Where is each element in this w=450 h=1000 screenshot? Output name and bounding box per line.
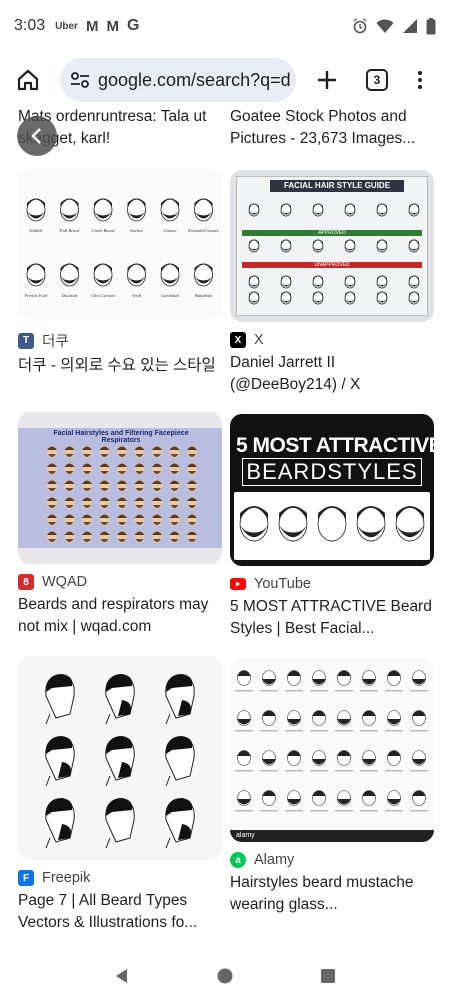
x-logo-icon: X (230, 332, 246, 348)
result-card[interactable]: Stubble Full Beard Circle Beard Anchor Goate… (18, 168, 222, 377)
home-nav-icon[interactable] (216, 967, 234, 985)
result-thumbnail[interactable]: alamy (230, 658, 434, 842)
browser-toolbar: google.com/search?q=d 3 (0, 52, 450, 108)
source-name: YouTube (254, 576, 311, 592)
result-card[interactable]: alamy a Alamy Hairstyles beard mustache … (230, 658, 434, 916)
recents-nav-icon[interactable] (319, 967, 337, 985)
beard-style-label: Circle Beard (91, 228, 115, 233)
image-results-grid: Mats ordenruntresa: Tala ut skägget, kar… (0, 108, 450, 952)
plus-icon (318, 71, 336, 89)
freepik-logo-icon: F (18, 870, 34, 886)
result-card-partial-right[interactable]: Goatee Stock Photos and Pictures - 23,67… (230, 108, 434, 150)
result-title[interactable]: Hairstyles beard mustache wearing glass.… (230, 872, 434, 916)
beard-style-label: Stubble (29, 228, 43, 233)
battery-icon (426, 17, 436, 34)
beard-style-label: Chin Curtain (91, 293, 116, 298)
menu-dot (418, 78, 422, 82)
result-source: X X (230, 332, 434, 348)
result-title[interactable]: Goatee Stock Photos and Pictures - 23,67… (230, 108, 434, 150)
overflow-menu-button[interactable] (416, 71, 424, 89)
address-bar[interactable]: google.com/search?q=d (60, 58, 296, 102)
gmail-notification-icon: M (85, 17, 99, 35)
google-notification-icon: G (126, 17, 140, 34)
tab-switcher-button[interactable]: 3 (366, 69, 388, 91)
result-source: T 더쿠 (18, 330, 222, 351)
result-source: F Freepik (18, 870, 222, 886)
notification-icons: Uber M M G (55, 17, 139, 35)
beard-style-label: Extended Goatee (187, 228, 219, 233)
alarm-icon (353, 18, 367, 34)
result-title[interactable]: 더쿠 - 의외로 수요 있는 스타일 (18, 355, 222, 377)
alamy-watermark: alamy (230, 830, 434, 842)
signal-icon (403, 19, 417, 33)
result-thumbnail[interactable]: Stubble Full Beard Circle Beard Anchor Goate… (18, 168, 222, 320)
home-button[interactable] (10, 62, 46, 98)
beard-style-label: Anchor (129, 228, 143, 233)
menu-dot (418, 85, 422, 89)
hairstyles-illustration (235, 670, 428, 812)
home-icon (17, 69, 39, 91)
back-nav-icon[interactable] (113, 967, 131, 985)
url-text[interactable]: google.com/search?q=d (98, 70, 291, 91)
source-name: Alamy (254, 852, 295, 868)
status-bar: 3:03 Uber M M G (0, 0, 450, 52)
source-name: X (254, 332, 264, 348)
result-source: a Alamy (230, 852, 434, 868)
wifi-icon (376, 19, 394, 33)
uber-notification-icon: Uber (55, 20, 78, 32)
menu-dot (418, 71, 422, 75)
result-title[interactable]: Beards and respirators may not mix | wqa… (18, 594, 222, 638)
alamy-logo-icon: a (230, 852, 246, 868)
result-card[interactable]: 5 MOST ATTRACTIVE BEARDSTYLES YouTube 5 … (230, 414, 434, 640)
result-thumbnail[interactable]: Facial Hairstyles and Filtering Facepiec… (18, 412, 222, 564)
guide-faces-illustration (248, 203, 420, 305)
source-name: Freepik (42, 870, 91, 886)
beard-style-label: Bandholz (195, 293, 212, 298)
result-card[interactable]: F Freepik Page 7 | All Beard Types Vecto… (18, 656, 222, 934)
back-button[interactable] (17, 116, 57, 156)
beard-style-label: Garibaldi (161, 293, 180, 298)
new-tab-button[interactable] (312, 65, 342, 95)
result-card[interactable]: FACIAL HAIR STYLE GUIDE APPROVED UNAPPRO… (230, 170, 434, 396)
beard-style-label: French Fork (24, 293, 49, 298)
beard-style-label: Verdi (132, 293, 142, 298)
gmail-notification-icon-2: M (106, 17, 119, 35)
result-title[interactable]: 5 MOST ATTRACTIVE Beard Styles | Best Fa… (230, 596, 434, 640)
chevron-left-icon (31, 128, 41, 144)
wqad-logo-icon: 8 (18, 574, 34, 590)
respirator-faces-illustration (47, 446, 197, 543)
source-name: WQAD (42, 574, 88, 590)
youtube-logo-icon (230, 578, 246, 590)
source-name: 더쿠 (42, 334, 69, 350)
beard-style-label: Full Beard (59, 228, 80, 233)
beard-style-label: Goatee (164, 228, 177, 233)
system-navigation-bar (0, 952, 450, 1000)
beard-styles-illustration: Stubble Full Beard Circle Beard Anchor Goate… (24, 198, 219, 298)
clock: 3:03 (14, 17, 46, 34)
result-title[interactable]: Page 7 | All Beard Types Vectors & Illus… (18, 890, 222, 934)
beard-style-label: Ducktail (61, 293, 78, 298)
result-thumbnail[interactable]: FACIAL HAIR STYLE GUIDE APPROVED UNAPPRO… (230, 170, 434, 322)
site-settings-icon[interactable] (70, 71, 90, 89)
result-title[interactable]: Daniel Jarrett II (@DeeBoy214) / X (230, 352, 434, 396)
result-source: YouTube (230, 576, 434, 592)
result-source: 8 WQAD (18, 574, 222, 590)
attractive-beards-illustration (239, 506, 425, 542)
result-thumbnail[interactable]: 5 MOST ATTRACTIVE BEARDSTYLES (230, 414, 434, 566)
result-card[interactable]: Facial Hairstyles and Filtering Facepiec… (18, 412, 222, 638)
result-thumbnail[interactable] (18, 656, 222, 860)
beard-heads-illustration (45, 674, 195, 849)
site-favicon-icon: T (18, 332, 34, 349)
